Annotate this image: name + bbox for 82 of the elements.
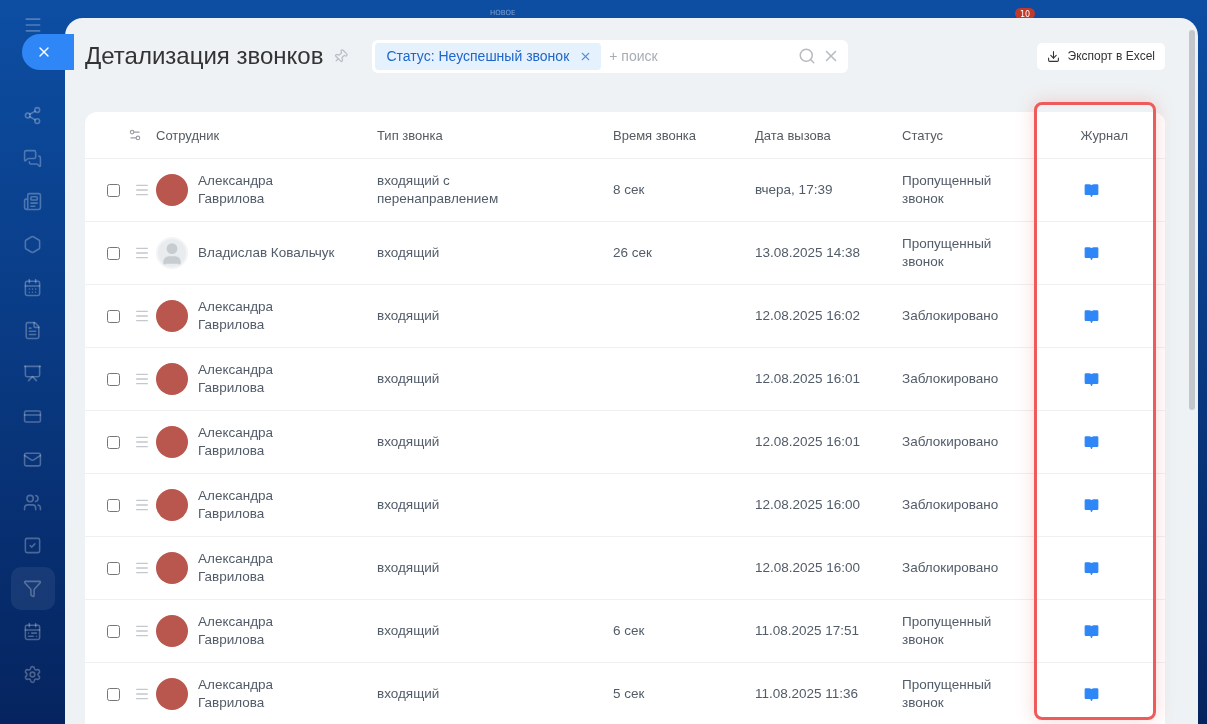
row-checkbox[interactable] bbox=[107, 561, 120, 575]
row-checkbox[interactable] bbox=[107, 309, 120, 323]
journal-book-icon[interactable] bbox=[1084, 686, 1099, 702]
journal-book-icon[interactable] bbox=[1084, 308, 1099, 324]
call-type: входящий bbox=[377, 244, 441, 262]
search-field[interactable]: Статус: Неуспешный звонок + поиск bbox=[372, 39, 849, 73]
column-header[interactable]: Статус bbox=[902, 127, 1048, 143]
call-type: входящий bbox=[377, 433, 441, 451]
call-status: Заблокировано bbox=[902, 307, 1000, 325]
drag-handle-icon[interactable] bbox=[134, 497, 150, 513]
call-duration: 6 сек bbox=[613, 622, 646, 640]
filter-icon[interactable] bbox=[10, 567, 55, 610]
close-button[interactable] bbox=[22, 34, 74, 70]
call-date: 12.08.2025 16:00 bbox=[755, 496, 862, 514]
row-checkbox[interactable] bbox=[107, 624, 120, 638]
journal-book-icon[interactable] bbox=[1084, 560, 1099, 576]
employee-name: Александра Гаврилова bbox=[198, 172, 275, 208]
drag-handle-icon[interactable] bbox=[134, 434, 150, 450]
call-duration: 8 сек bbox=[613, 181, 646, 199]
journal-book-icon[interactable] bbox=[1084, 434, 1099, 450]
call-type: входящий bbox=[377, 307, 441, 325]
download-icon bbox=[1046, 49, 1060, 63]
drag-handle-icon[interactable] bbox=[134, 182, 150, 198]
column-header[interactable]: Время звонка bbox=[613, 127, 755, 143]
journal-book-icon[interactable] bbox=[1084, 371, 1099, 387]
employee-name: Александра Гаврилова bbox=[198, 613, 275, 649]
row-checkbox[interactable] bbox=[107, 183, 120, 197]
call-status: Заблокировано bbox=[902, 559, 1000, 577]
employee-name: Александра Гаврилова bbox=[198, 361, 275, 397]
call-status: Пропущенный звонок bbox=[902, 613, 993, 649]
call-date: 13.08.2025 14:38 bbox=[755, 244, 862, 262]
employee-name: Александра Гаврилова bbox=[198, 298, 275, 334]
employee-name: Владислав Ковальчук bbox=[198, 244, 336, 262]
call-type: входящий bbox=[377, 559, 441, 577]
column-header[interactable]: Журнал bbox=[1080, 127, 1128, 143]
call-type: входящий bbox=[377, 622, 441, 640]
call-type: входящий с перенаправлением bbox=[377, 172, 500, 208]
search-icon[interactable] bbox=[798, 47, 817, 65]
page-title: Детализация звонков bbox=[85, 42, 324, 70]
call-status: Пропущенный звонок bbox=[902, 235, 993, 271]
journal-book-icon[interactable] bbox=[1084, 245, 1099, 261]
call-date: 12.08.2025 16:00 bbox=[755, 559, 862, 577]
row-checkbox[interactable] bbox=[107, 498, 120, 512]
drag-handle-icon[interactable] bbox=[134, 686, 150, 702]
employee-name: Александра Гаврилова bbox=[198, 676, 275, 712]
call-status: Пропущенный звонок bbox=[902, 676, 993, 712]
call-status: Пропущенный звонок bbox=[902, 172, 993, 208]
employee-name: Александра Гаврилова bbox=[198, 550, 275, 586]
call-type: входящий bbox=[377, 496, 441, 514]
row-checkbox[interactable] bbox=[107, 246, 120, 260]
column-header[interactable]: Тип звонка bbox=[377, 127, 613, 143]
call-status: Заблокировано bbox=[902, 496, 1000, 514]
employee-name: Александра Гаврилова bbox=[198, 487, 275, 523]
drag-handle-icon[interactable] bbox=[134, 623, 150, 639]
export-button[interactable]: Экспорт в Excel bbox=[1036, 42, 1165, 70]
call-date: 11.08.2025 17:51 bbox=[755, 622, 861, 640]
drag-handle-icon[interactable] bbox=[134, 245, 150, 261]
call-date: вчера, 17:39 bbox=[755, 181, 834, 199]
journal-book-icon[interactable] bbox=[1084, 182, 1099, 198]
call-date: 11.08.2025 11:36 bbox=[755, 685, 860, 703]
row-checkbox[interactable] bbox=[107, 435, 120, 449]
call-status: Заблокировано bbox=[902, 370, 1000, 388]
call-date: 12.08.2025 16:01 bbox=[755, 433, 862, 451]
drag-handle-icon[interactable] bbox=[134, 308, 150, 324]
call-status: Заблокировано bbox=[902, 433, 1000, 451]
call-type: входящий bbox=[377, 685, 441, 703]
drag-handle-icon[interactable] bbox=[134, 560, 150, 576]
call-duration: 5 сек bbox=[613, 685, 646, 703]
scrollbar[interactable] bbox=[1189, 30, 1195, 410]
drag-handle-icon[interactable] bbox=[134, 371, 150, 387]
row-checkbox[interactable] bbox=[107, 372, 120, 386]
call-date: 12.08.2025 16:01 bbox=[755, 370, 862, 388]
call-date: 12.08.2025 16:02 bbox=[755, 307, 862, 325]
journal-book-icon[interactable] bbox=[1084, 497, 1099, 513]
journal-book-icon[interactable] bbox=[1084, 623, 1099, 639]
filter-chip-label: Статус: Неуспешный звонок bbox=[386, 48, 570, 64]
call-type: входящий bbox=[377, 370, 441, 388]
employee-name: Александра Гаврилова bbox=[198, 424, 275, 460]
column-header[interactable]: Дата вызова bbox=[755, 127, 902, 143]
row-checkbox[interactable] bbox=[107, 687, 120, 701]
column-header[interactable]: Сотрудник bbox=[150, 127, 377, 143]
call-duration: 26 сек bbox=[613, 244, 653, 262]
